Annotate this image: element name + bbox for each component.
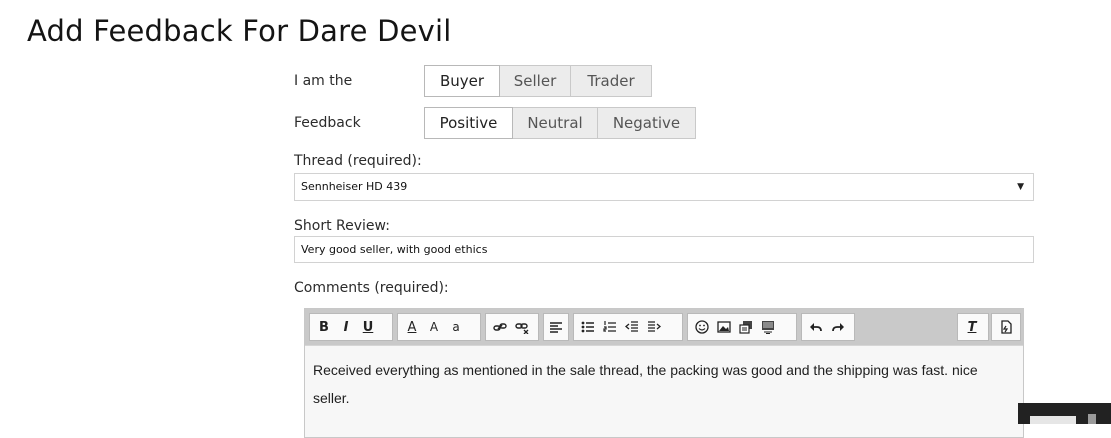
chevron-down-icon: ▼: [1017, 182, 1024, 192]
thread-label: Thread (required):: [294, 153, 422, 169]
underline-icon[interactable]: U: [357, 316, 379, 338]
align-icon[interactable]: [547, 316, 565, 338]
toolbar-group-source: [991, 313, 1021, 341]
media-icon[interactable]: [735, 316, 757, 338]
editor-toolbar: B I U A A a T: [305, 309, 1023, 345]
toolbar-group-format: T: [957, 313, 989, 341]
numbered-list-icon[interactable]: [599, 316, 621, 338]
feedback-option-positive[interactable]: Positive: [424, 107, 513, 139]
feedback-option-neutral[interactable]: Neutral: [513, 107, 598, 139]
role-option-buyer[interactable]: Buyer: [424, 65, 500, 97]
italic-icon[interactable]: I: [335, 316, 357, 338]
smiley-icon[interactable]: [691, 316, 713, 338]
toggle-source-icon[interactable]: [995, 316, 1017, 338]
thread-select[interactable]: Sennheiser HD 439 ▼: [294, 173, 1034, 201]
toolbar-group-align: [543, 313, 569, 341]
toolbar-group-text-style: B I U: [309, 313, 393, 341]
corner-popup-bar: [1030, 416, 1076, 424]
toolbar-group-history: [801, 313, 855, 341]
comments-editor: B I U A A a T Received everything as men…: [304, 308, 1024, 438]
short-review-input[interactable]: Very good seller, with good ethics: [294, 236, 1034, 263]
toolbar-group-lists: [573, 313, 683, 341]
feedback-option-negative[interactable]: Negative: [598, 107, 696, 139]
short-review-label: Short Review:: [294, 218, 390, 234]
font-size-icon[interactable]: A: [423, 316, 445, 338]
feedback-label: Feedback: [294, 115, 361, 131]
thread-select-value: Sennheiser HD 439: [301, 180, 408, 193]
role-option-trader[interactable]: Trader: [571, 65, 652, 97]
role-option-seller[interactable]: Seller: [500, 65, 571, 97]
unlink-icon[interactable]: [511, 316, 533, 338]
toolbar-group-link: [485, 313, 539, 341]
link-icon[interactable]: [489, 316, 511, 338]
role-segmented-control: Buyer Seller Trader: [424, 65, 652, 97]
comments-editor-content[interactable]: Received everything as mentioned in the …: [305, 345, 1023, 437]
indent-icon[interactable]: [643, 316, 665, 338]
font-color-icon[interactable]: A: [401, 316, 423, 338]
code-icon[interactable]: [757, 316, 779, 338]
toolbar-group-font: A A a: [397, 313, 481, 341]
remove-format-icon[interactable]: T: [961, 316, 983, 338]
page-title: Add Feedback For Dare Devil: [27, 14, 452, 48]
font-family-icon[interactable]: a: [445, 316, 467, 338]
undo-icon[interactable]: [805, 316, 827, 338]
role-label: I am the: [294, 73, 353, 89]
comments-label: Comments (required):: [294, 280, 449, 296]
feedback-segmented-control: Positive Neutral Negative: [424, 107, 696, 139]
corner-popup-marker: [1088, 414, 1096, 424]
redo-icon[interactable]: [827, 316, 849, 338]
image-icon[interactable]: [713, 316, 735, 338]
bold-icon[interactable]: B: [313, 316, 335, 338]
corner-popup[interactable]: [1018, 403, 1111, 424]
bullet-list-icon[interactable]: [577, 316, 599, 338]
outdent-icon[interactable]: [621, 316, 643, 338]
toolbar-group-insert: [687, 313, 797, 341]
